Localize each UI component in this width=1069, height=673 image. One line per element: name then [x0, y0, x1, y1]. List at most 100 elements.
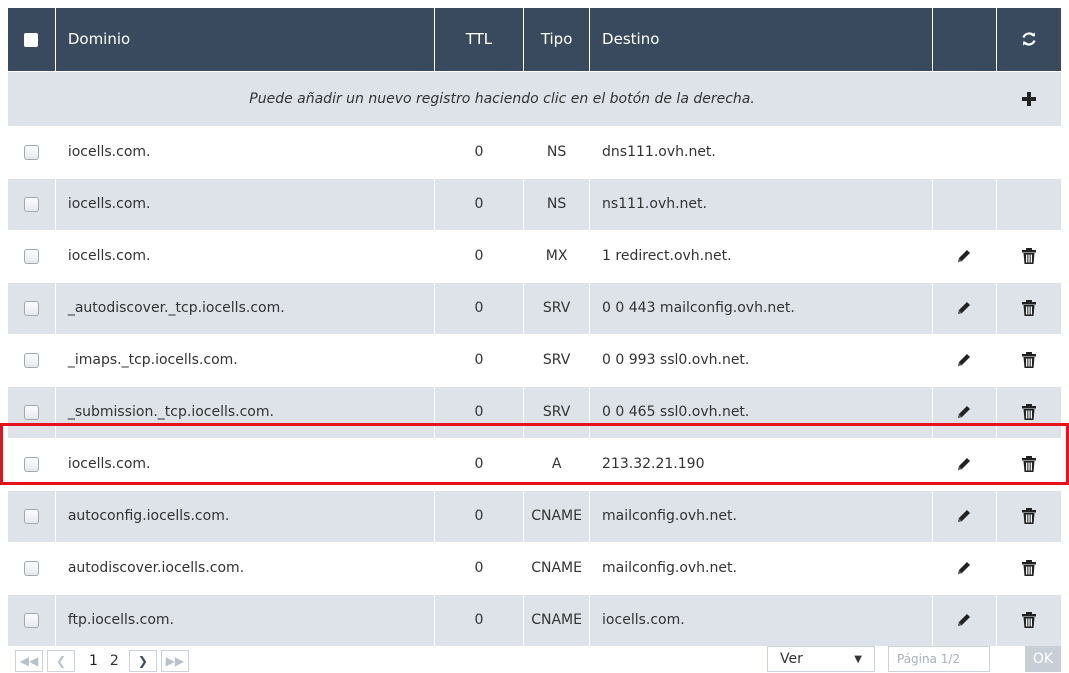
pencil-icon [933, 560, 996, 576]
edit-record-button[interactable] [932, 438, 997, 491]
row-checkbox[interactable] [23, 456, 39, 472]
table-row: iocells.com. 0 NS ns111.ovh.net. [8, 178, 1061, 231]
record-type: CNAME [523, 542, 591, 595]
pencil-icon [933, 300, 996, 316]
add-record-button[interactable] [996, 70, 1061, 127]
record-domain: iocells.com. [55, 438, 435, 491]
page-link-1[interactable]: 1 [89, 653, 98, 669]
row-checkbox[interactable] [23, 196, 39, 212]
row-checkbox-cell [8, 490, 56, 543]
empty-action-cell [996, 126, 1061, 179]
row-checkbox-cell [8, 126, 56, 179]
refresh-icon [997, 31, 1061, 47]
row-checkbox[interactable] [23, 352, 39, 368]
column-header-domain[interactable]: Dominio [55, 8, 435, 71]
record-ttl: 0 [434, 230, 525, 283]
pencil-icon [933, 456, 996, 472]
add-record-info-row: Puede añadir un nuevo registro haciendo … [8, 70, 1061, 127]
empty-action-cell [932, 178, 997, 231]
row-checkbox-cell [8, 594, 56, 647]
trash-icon [997, 248, 1061, 264]
trash-icon [997, 508, 1061, 524]
row-checkbox-cell [8, 282, 56, 335]
table-row: ftp.iocells.com. 0 CNAME iocells.com. [8, 594, 1061, 647]
chevron-right-icon: ❯ [137, 654, 148, 668]
record-domain: _autodiscover._tcp.iocells.com. [55, 282, 435, 335]
row-checkbox[interactable] [23, 144, 39, 160]
chevron-left-icon: ❮ [55, 654, 67, 668]
edit-record-button[interactable] [932, 230, 997, 283]
empty-action-cell [996, 178, 1061, 231]
view-select[interactable]: Ver ▼ [767, 646, 875, 672]
double-chevron-left-icon: ◀◀ [19, 654, 39, 668]
row-checkbox-cell [8, 438, 56, 491]
record-ttl: 0 [434, 334, 525, 387]
page-link-2[interactable]: 2 [110, 653, 119, 669]
trash-icon [997, 352, 1061, 368]
edit-record-button[interactable] [932, 334, 997, 387]
edit-record-button[interactable] [932, 542, 997, 595]
pencil-icon [933, 612, 996, 628]
trash-icon [997, 560, 1061, 576]
record-ttl: 0 [434, 386, 525, 439]
row-checkbox-cell [8, 542, 56, 595]
record-target: mailconfig.ovh.net. [589, 542, 933, 595]
view-select-label: Ver [780, 651, 803, 667]
delete-record-button[interactable] [996, 594, 1061, 647]
record-type: SRV [523, 386, 591, 439]
record-target: mailconfig.ovh.net. [589, 490, 933, 543]
edit-record-button[interactable] [932, 386, 997, 439]
pagination: ◀◀ ❮ 1 2 ❯ ▶▶ [15, 649, 193, 673]
ok-button[interactable]: OK [1025, 646, 1061, 672]
record-domain: autoconfig.iocells.com. [55, 490, 435, 543]
record-ttl: 0 [434, 282, 525, 335]
column-header-type[interactable]: Tipo [523, 8, 591, 71]
pencil-icon [933, 248, 996, 264]
select-all-checkbox[interactable] [8, 8, 56, 71]
edit-record-button[interactable] [932, 282, 997, 335]
first-page-button[interactable]: ◀◀ [15, 650, 43, 672]
delete-record-button[interactable] [996, 334, 1061, 387]
delete-record-button[interactable] [996, 282, 1061, 335]
last-page-button[interactable]: ▶▶ [160, 650, 189, 672]
delete-record-button[interactable] [996, 542, 1061, 595]
prev-page-button[interactable]: ❮ [47, 650, 75, 672]
table-row: _submission._tcp.iocells.com. 0 SRV 0 0 465… [8, 386, 1061, 439]
record-type: MX [523, 230, 591, 283]
pencil-icon [933, 508, 996, 524]
column-header-ttl[interactable]: TTL [434, 8, 525, 71]
edit-record-button[interactable] [932, 594, 997, 647]
record-ttl: 0 [434, 438, 525, 491]
double-chevron-right-icon: ▶▶ [165, 654, 185, 668]
table-header: Dominio TTL Tipo Destino [8, 8, 1061, 71]
empty-action-cell [932, 126, 997, 179]
table-row: autoconfig.iocells.com. 0 CNAME mailconfig.… [8, 490, 1061, 543]
record-type: SRV [523, 334, 591, 387]
delete-record-button[interactable] [996, 230, 1061, 283]
trash-icon [997, 404, 1061, 420]
row-checkbox[interactable] [23, 248, 39, 264]
row-checkbox[interactable] [23, 404, 39, 420]
record-target: iocells.com. [589, 594, 933, 647]
edit-record-button[interactable] [932, 490, 997, 543]
record-target: ns111.ovh.net. [589, 178, 933, 231]
next-page-button[interactable]: ❯ [128, 650, 157, 672]
record-domain: autodiscover.iocells.com. [55, 542, 435, 595]
record-ttl: 0 [434, 542, 525, 595]
delete-record-button[interactable] [996, 438, 1061, 491]
row-checkbox[interactable] [23, 508, 39, 524]
column-header-target[interactable]: Destino [589, 8, 933, 71]
column-header-blank [932, 8, 997, 71]
pencil-icon [933, 404, 996, 420]
row-checkbox[interactable] [23, 560, 39, 576]
record-target: dns111.ovh.net. [589, 126, 933, 179]
delete-record-button[interactable] [996, 386, 1061, 439]
record-type: NS [523, 178, 591, 231]
record-domain: iocells.com. [55, 230, 435, 283]
row-checkbox[interactable] [23, 612, 39, 628]
refresh-button[interactable] [996, 8, 1061, 71]
delete-record-button[interactable] [996, 490, 1061, 543]
record-target: 213.32.21.190 [589, 438, 933, 491]
row-checkbox[interactable] [23, 300, 39, 316]
page-input[interactable]: Página 1/2 [888, 646, 990, 672]
